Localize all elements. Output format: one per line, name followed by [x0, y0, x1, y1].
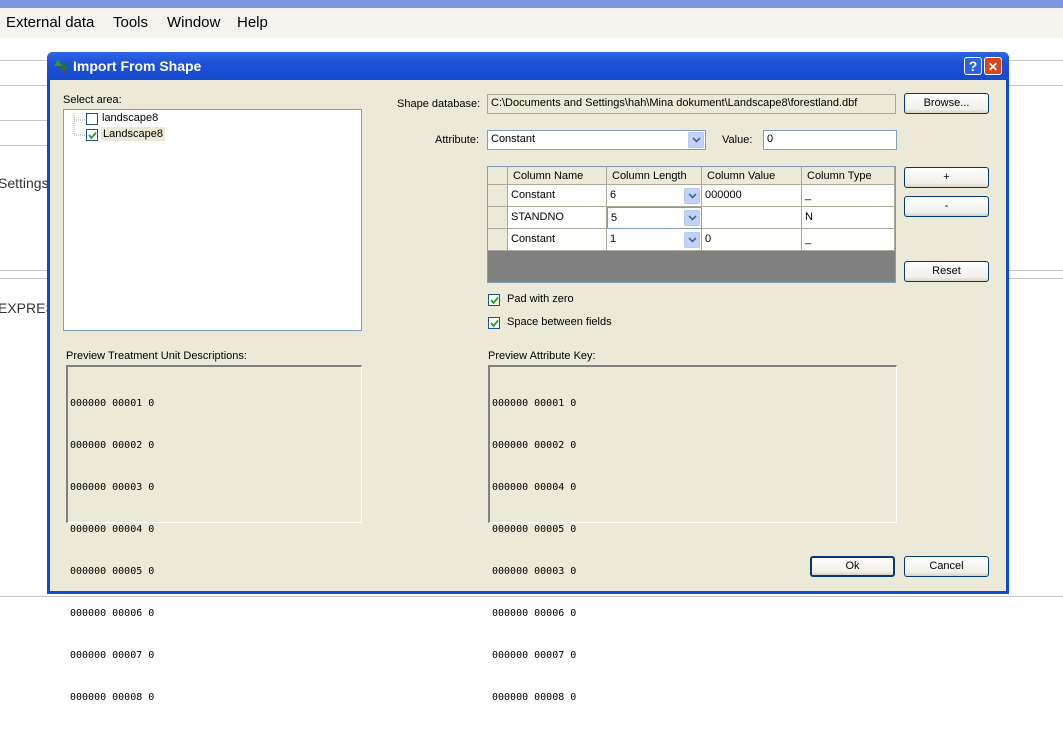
- preview-line: 000000 00003 0: [70, 482, 155, 493]
- menubar: External data Tools Window Help: [0, 8, 1063, 38]
- help-button[interactable]: ?: [964, 57, 982, 75]
- grid-cell-name[interactable]: Constant: [508, 185, 607, 207]
- preview-line: 000000 00008 0: [70, 692, 155, 703]
- preview-line: 000000 00007 0: [492, 650, 577, 661]
- preview-line: 000000 00005 0: [492, 524, 577, 535]
- grid-header-column-name[interactable]: Column Name: [508, 167, 607, 185]
- menu-window[interactable]: Window: [167, 14, 220, 31]
- preview-attribute-lines: 000000 00001 0 000000 00002 0 000000 000…: [492, 369, 576, 733]
- tree-icon: [54, 59, 68, 73]
- preview-line: 000000 00001 0: [492, 398, 577, 409]
- pad-with-zero-checkbox[interactable]: [488, 294, 500, 306]
- browse-button[interactable]: Browse...: [904, 93, 989, 114]
- combo-dropdown-button[interactable]: [688, 132, 704, 148]
- grid-cell-length-value: 5: [611, 212, 618, 224]
- preview-line: 000000 00003 0: [492, 566, 577, 577]
- chevron-down-icon: [692, 137, 701, 143]
- reset-button[interactable]: Reset: [904, 261, 989, 282]
- app-title-strip: [0, 0, 1063, 8]
- preview-line: 000000 00005 0: [70, 566, 155, 577]
- menu-help[interactable]: Help: [237, 14, 268, 31]
- preview-line: 000000 00008 0: [492, 692, 577, 703]
- check-icon: [88, 131, 97, 140]
- dialog-title: Import From Shape: [73, 58, 202, 74]
- grid-cell-length[interactable]: 5: [607, 207, 702, 229]
- dialog-body: Select area: landscape8 Landscape8 Shape…: [50, 80, 1006, 703]
- preview-line: 000000 00006 0: [492, 608, 577, 619]
- row-header[interactable]: [488, 229, 508, 251]
- tree-item-label: landscape8: [102, 112, 159, 124]
- preview-line: 000000 00001 0: [70, 398, 155, 409]
- select-area-tree[interactable]: landscape8 Landscape8: [63, 109, 362, 331]
- preview-line: 000000 00004 0: [492, 482, 577, 493]
- combo-dropdown-button[interactable]: [684, 210, 700, 226]
- grid-cell-value[interactable]: 0: [702, 229, 802, 251]
- grid-cell-value[interactable]: [702, 207, 802, 229]
- bg-divider: [0, 145, 47, 146]
- grid-cell-length[interactable]: 6: [607, 185, 702, 207]
- checkbox[interactable]: [86, 129, 98, 141]
- preview-line: 000000 00002 0: [70, 440, 155, 451]
- cancel-button[interactable]: Cancel: [904, 556, 989, 577]
- shape-database-label: Shape database:: [397, 98, 481, 110]
- bg-divider: [0, 120, 47, 121]
- space-between-fields-checkbox[interactable]: [488, 317, 500, 329]
- remove-column-button[interactable]: -: [904, 196, 989, 217]
- combo-dropdown-button[interactable]: [684, 232, 700, 248]
- shape-database-field[interactable]: C:\Documents and Settings\hah\Mina dokum…: [487, 94, 896, 114]
- close-button[interactable]: ✕: [984, 57, 1002, 75]
- grid-header-column-type[interactable]: Column Type: [802, 167, 895, 185]
- preview-attribute-box[interactable]: 000000 00001 0 000000 00002 0 000000 000…: [488, 365, 897, 703]
- grid-corner: [488, 167, 508, 185]
- grid-cell-value[interactable]: 000000: [702, 185, 802, 207]
- grid-cell-type[interactable]: N: [802, 207, 895, 229]
- grid-cell-type[interactable]: _: [802, 185, 895, 207]
- import-from-shape-dialog: Import From Shape ? ✕ Select area: lands…: [47, 52, 1009, 703]
- add-column-button[interactable]: +: [904, 167, 989, 188]
- preview-treatment-label: Preview Treatment Unit Descriptions:: [66, 350, 247, 362]
- tree-item-label: Landscape8: [101, 127, 165, 141]
- chevron-down-icon: [688, 193, 697, 199]
- menu-tools[interactable]: Tools: [113, 14, 148, 31]
- preview-line: 000000 00004 0: [70, 524, 155, 535]
- pad-with-zero-option[interactable]: Pad with zero: [488, 293, 688, 309]
- grid-header-column-length[interactable]: Column Length: [607, 167, 702, 185]
- chevron-down-icon: [688, 237, 697, 243]
- preview-line: 000000 00002 0: [492, 440, 577, 451]
- grid-header-column-value[interactable]: Column Value: [702, 167, 802, 185]
- preview-treatment-lines: 000000 00001 0 000000 00002 0 000000 000…: [70, 369, 154, 733]
- row-header[interactable]: [488, 207, 508, 229]
- row-header[interactable]: [488, 185, 508, 207]
- column-grid[interactable]: Column Name Column Length Column Value C…: [487, 166, 896, 283]
- value-label: Value:: [722, 134, 753, 146]
- grid-cell-type[interactable]: _: [802, 229, 895, 251]
- attribute-label: Attribute:: [435, 134, 480, 146]
- dialog-titlebar[interactable]: Import From Shape ? ✕: [47, 52, 1009, 80]
- close-icon: ✕: [987, 60, 999, 74]
- check-icon: [490, 319, 499, 328]
- grid-cell-name[interactable]: Constant: [508, 229, 607, 251]
- ok-button[interactable]: Ok: [810, 556, 895, 577]
- chevron-down-icon: [688, 215, 697, 221]
- space-between-fields-option[interactable]: Space between fields: [488, 316, 688, 332]
- attribute-combo[interactable]: Constant: [487, 130, 706, 150]
- preview-treatment-box[interactable]: 000000 00001 0 000000 00002 0 000000 000…: [66, 365, 362, 703]
- menu-external-data[interactable]: External data: [6, 14, 94, 31]
- grid-cell-length-value: 1: [610, 233, 617, 245]
- grid-cell-length[interactable]: 1: [607, 229, 702, 251]
- grid-cell-length-value: 6: [610, 189, 617, 201]
- pad-with-zero-label: Pad with zero: [507, 293, 574, 305]
- combo-dropdown-button[interactable]: [684, 188, 700, 204]
- attribute-combo-value: Constant: [491, 133, 536, 145]
- bg-settings-text: Settings: [0, 175, 49, 191]
- value-input[interactable]: 0: [763, 130, 897, 150]
- grid-cell-name[interactable]: STANDNO: [508, 207, 607, 229]
- preview-line: 000000 00006 0: [70, 608, 155, 619]
- checkbox[interactable]: [86, 113, 98, 125]
- check-icon: [490, 296, 499, 305]
- preview-line: 000000 00007 0: [70, 650, 155, 661]
- space-between-fields-label: Space between fields: [507, 316, 612, 328]
- preview-attribute-label: Preview Attribute Key:: [488, 350, 596, 362]
- select-area-label: Select area:: [63, 94, 122, 106]
